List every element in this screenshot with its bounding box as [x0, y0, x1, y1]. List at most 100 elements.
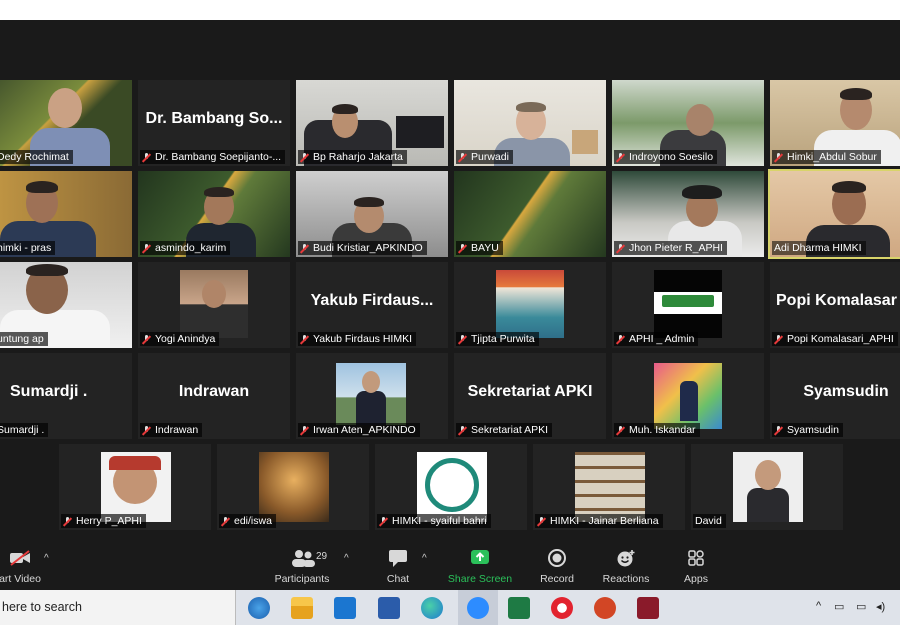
excel-icon[interactable] — [508, 597, 530, 619]
video-tile[interactable]: Dr. Bambang So... Dr. Bambang Soepijanto… — [138, 80, 290, 166]
participant-name: Himki_Abdul Sobur — [772, 150, 881, 164]
mic-muted-icon — [300, 243, 309, 253]
video-gallery: Dedy Rochimat Dr. Bambang So... Dr. Bamb… — [0, 20, 900, 543]
mic-muted-icon — [616, 152, 625, 162]
participant-name: Dr. Bambang Soepijanto-... — [140, 150, 286, 164]
mic-muted-icon — [537, 516, 546, 526]
chat-icon — [387, 549, 409, 567]
video-tile[interactable]: HIMKI - syaiful bahri — [375, 444, 527, 530]
mic-muted-icon — [142, 425, 151, 435]
zoom-icon[interactable] — [458, 590, 498, 625]
video-tile[interactable]: Sumardji . Sumardji . — [0, 353, 132, 439]
video-tile[interactable]: HIMKI - Jainar Berliana — [533, 444, 685, 530]
video-tile[interactable]: Yogi Anindya — [138, 262, 290, 348]
participant-name: David — [693, 514, 726, 528]
reactions-icon — [615, 549, 637, 567]
share-screen-icon — [469, 549, 491, 567]
participant-name: Dedy Rochimat — [0, 150, 73, 164]
mic-muted-icon — [63, 516, 72, 526]
windows-taskbar: here to search ^ ▭ ▭ ◂) — [0, 590, 900, 625]
participant-name: edi/iswa — [219, 514, 276, 528]
video-options-caret-icon[interactable]: ^ — [44, 553, 49, 564]
apps-button[interactable]: Apps — [656, 549, 736, 585]
participants-button[interactable]: Participants — [262, 549, 342, 585]
participant-name: Tjipta Purwita — [456, 332, 539, 346]
participant-name: Sumardji . — [0, 423, 49, 437]
participant-name: Popi Komalasari_APHI — [772, 332, 898, 346]
taskbar-search-box[interactable]: here to search — [0, 590, 236, 625]
video-tile[interactable]: Dedy Rochimat — [0, 80, 132, 166]
mic-muted-icon — [458, 425, 467, 435]
participants-options-caret-icon[interactable]: ^ — [344, 553, 349, 564]
video-tile[interactable]: Sekretariat APKI Sekretariat APKI — [454, 353, 606, 439]
mic-muted-icon — [379, 516, 388, 526]
video-tile[interactable]: Bp Raharjo Jakarta — [296, 80, 448, 166]
apps-icon — [685, 549, 707, 567]
reactions-button[interactable]: Reactions — [586, 549, 666, 585]
file-explorer-icon[interactable] — [291, 597, 313, 619]
mic-muted-icon — [221, 516, 230, 526]
participant-name: Jhon Pieter R_APHI — [614, 241, 727, 255]
mic-muted-icon — [616, 334, 625, 344]
video-tile[interactable]: Herry P_APHI — [59, 444, 211, 530]
participant-name: Yakub Firdaus HIMKI — [298, 332, 417, 346]
share-screen-button[interactable]: Share Screen — [440, 549, 520, 585]
mic-muted-icon — [458, 334, 467, 344]
powerpoint-icon[interactable] — [594, 597, 616, 619]
participant-name: HIMKI - Jainar Berliana — [535, 514, 663, 528]
mic-muted-icon — [300, 334, 309, 344]
video-tile[interactable]: Popi Komalasar Popi Komalasari_APHI — [770, 262, 900, 348]
video-tile[interactable]: edi/iswa — [217, 444, 369, 530]
video-tile-active-speaker[interactable]: Adi Dharma HIMKI — [768, 169, 900, 259]
video-tile[interactable]: Indrawan Indrawan — [138, 353, 290, 439]
video-tile[interactable]: Syamsudin Syamsudin — [770, 353, 900, 439]
video-tile[interactable]: David — [691, 444, 843, 530]
mail-icon[interactable] — [334, 597, 356, 619]
tray-chevron-icon[interactable]: ^ — [816, 600, 821, 612]
video-tile[interactable]: Budi Kristiar_APKINDO — [296, 171, 448, 257]
participant-name: asmindo_karim — [140, 241, 231, 255]
participant-name: Yogi Anindya — [140, 332, 220, 346]
record-icon — [546, 549, 568, 567]
video-tile[interactable]: BAYU — [454, 171, 606, 257]
display-icon[interactable]: ▭ — [856, 600, 866, 613]
record-button[interactable]: Record — [517, 549, 597, 585]
video-tile[interactable]: untung ap — [0, 262, 132, 348]
volume-icon[interactable]: ◂) — [876, 600, 885, 613]
video-tile[interactable]: Jhon Pieter R_APHI — [612, 171, 764, 257]
opera-icon[interactable] — [551, 597, 573, 619]
word-icon[interactable] — [378, 597, 400, 619]
participant-name: BAYU — [456, 241, 503, 255]
mic-muted-icon — [616, 243, 625, 253]
start-video-button[interactable]: art Video — [0, 549, 60, 585]
edge-icon[interactable] — [421, 597, 443, 619]
participant-name: himki - pras — [0, 241, 56, 255]
video-tile[interactable]: Yakub Firdaus... Yakub Firdaus HIMKI — [296, 262, 448, 348]
mic-muted-icon — [458, 152, 467, 162]
participant-name: Purwadi — [456, 150, 513, 164]
participant-name: Indrawan — [140, 423, 203, 437]
mic-muted-icon — [142, 152, 151, 162]
chat-options-caret-icon[interactable]: ^ — [422, 553, 427, 564]
participant-name: Sekretariat APKI — [456, 423, 553, 437]
network-icon[interactable]: ▭ — [834, 600, 844, 613]
edge-legacy-icon[interactable] — [248, 597, 270, 619]
video-tile[interactable]: asmindo_karim — [138, 171, 290, 257]
mic-muted-icon — [142, 243, 151, 253]
video-tile[interactable]: Muh. Iskandar — [612, 353, 764, 439]
participant-name: Indroyono Soesilo — [614, 150, 718, 164]
participants-icon — [291, 549, 315, 567]
participant-name: Herry P_APHI — [61, 514, 146, 528]
video-tile[interactable]: Indroyono Soesilo — [612, 80, 764, 166]
video-tile[interactable]: Purwadi — [454, 80, 606, 166]
app-badge-icon[interactable] — [637, 597, 659, 619]
mic-muted-icon — [458, 243, 467, 253]
participant-name: Bp Raharjo Jakarta — [298, 150, 407, 164]
video-tile[interactable]: Irwan Aten_APKINDO — [296, 353, 448, 439]
video-tile[interactable]: himki - pras — [0, 171, 132, 257]
video-tile[interactable]: Himki_Abdul Sobur — [770, 80, 900, 166]
video-tile[interactable]: APHI _ Admin — [612, 262, 764, 348]
participant-name: APHI _ Admin — [614, 332, 699, 346]
video-tile[interactable]: Tjipta Purwita — [454, 262, 606, 348]
participant-name: Syamsudin — [772, 423, 843, 437]
